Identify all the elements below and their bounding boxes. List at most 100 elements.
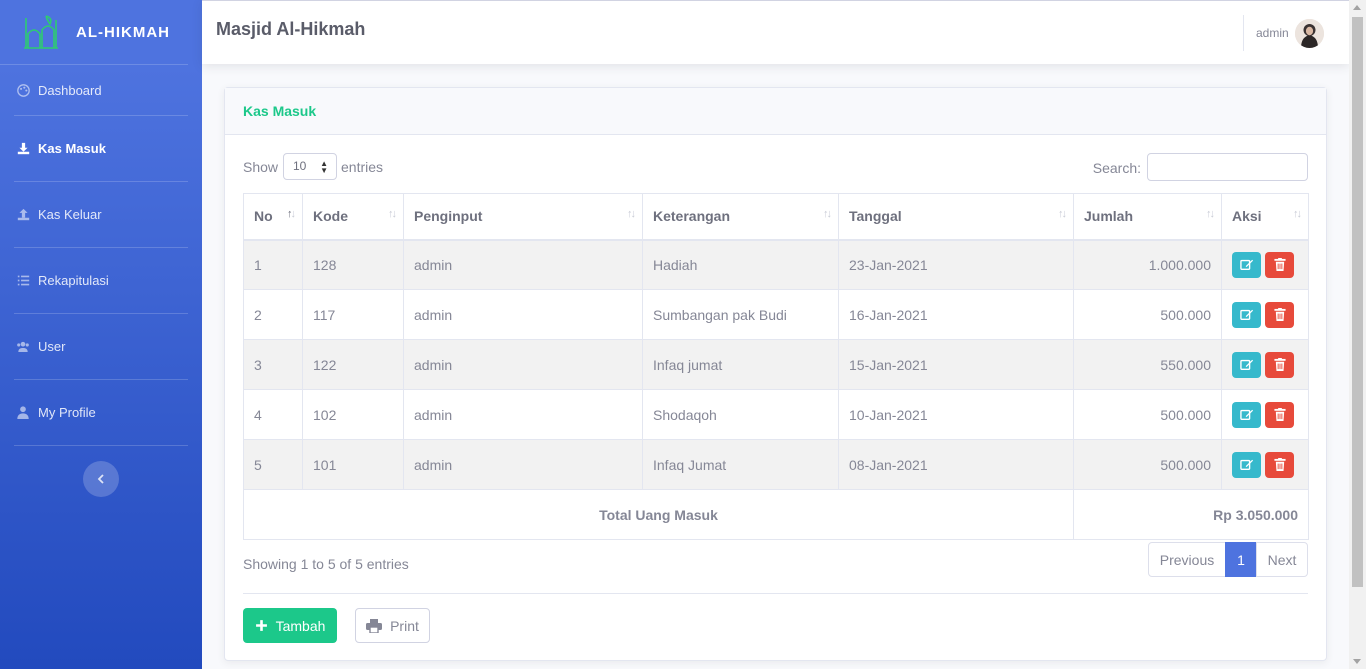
cell-aksi: [1221, 439, 1309, 490]
kas-masuk-card: Kas Masuk Show 10 ▲ ▼ entries Search: No ↑…: [224, 87, 1327, 661]
entries-label: entries: [341, 159, 384, 175]
pagination-page-1[interactable]: 1: [1225, 542, 1257, 577]
sidebar-item-kas-masuk[interactable]: Kas Masuk: [14, 116, 188, 182]
trash-icon: [1273, 408, 1286, 421]
scroll-thumb[interactable]: [1352, 17, 1363, 587]
avatar[interactable]: [1295, 19, 1324, 48]
print-button[interactable]: Print: [355, 608, 430, 643]
print-button-label: Print: [390, 617, 419, 634]
delete-button[interactable]: [1265, 451, 1294, 478]
delete-button[interactable]: [1265, 301, 1294, 328]
delete-button[interactable]: [1265, 401, 1294, 428]
delete-button[interactable]: [1265, 251, 1294, 278]
sidebar-item-label: My Profile: [38, 405, 96, 420]
page-scrollbar[interactable]: [1349, 0, 1366, 669]
sidebar-item-label: User: [38, 339, 66, 354]
kas-masuk-table: No ↑↓ Kode ↑↓ Penginput ↑↓ Keterangan ↑↓ Tan…: [243, 193, 1309, 540]
edit-button[interactable]: [1232, 351, 1261, 378]
table-row: 1 128 admin Hadiah 23-Jan-2021 1.000.000: [243, 239, 1309, 290]
edit-icon: [1239, 259, 1253, 271]
chevron-left-icon: [97, 474, 104, 484]
sort-icon: ↑↓: [388, 208, 397, 220]
add-button[interactable]: Tambah: [243, 608, 337, 643]
cell-no: 5: [243, 439, 303, 490]
scroll-up-icon[interactable]: [1353, 5, 1361, 10]
cell-jumlah: 500.000: [1073, 289, 1222, 340]
sidebar: AL-HIKMAH Dashboard Kas Masuk Kas Keluar…: [0, 0, 202, 669]
sidebar-item-user[interactable]: User: [14, 314, 188, 380]
edit-button[interactable]: [1232, 401, 1261, 428]
cell-tanggal: 08-Jan-2021: [838, 439, 1074, 490]
mosque-logo-icon: [24, 15, 58, 49]
sidebar-item-my-profile[interactable]: My Profile: [14, 380, 188, 446]
topbar: Masjid Al-Hikmah admin: [202, 0, 1349, 64]
sidebar-toggle-button[interactable]: [83, 461, 119, 497]
cell-jumlah: 550.000: [1073, 339, 1222, 390]
cell-aksi: [1221, 289, 1309, 340]
pagination: Previous 1 Next: [1148, 542, 1308, 577]
add-button-label: Tambah: [275, 617, 326, 634]
sort-icon: ↑↓: [1293, 208, 1302, 220]
pagination-previous[interactable]: Previous: [1148, 542, 1226, 577]
card-title: Kas Masuk: [225, 88, 1326, 135]
sidebar-brand[interactable]: AL-HIKMAH: [0, 0, 188, 65]
page-length-select[interactable]: 10 ▲ ▼: [283, 153, 337, 180]
total-label: Total Uang Masuk: [243, 489, 1074, 540]
column-header-kode[interactable]: Kode ↑↓: [302, 193, 404, 241]
cell-kode: 122: [302, 339, 404, 390]
cell-tanggal: 15-Jan-2021: [838, 339, 1074, 390]
search-input[interactable]: [1147, 153, 1308, 181]
table-row: 2 117 admin Sumbangan pak Budi 16-Jan-20…: [243, 289, 1309, 340]
scroll-down-icon[interactable]: [1353, 659, 1361, 664]
column-header-penginput[interactable]: Penginput ↑↓: [403, 193, 643, 241]
cell-no: 3: [243, 339, 303, 390]
table-header-row: No ↑↓ Kode ↑↓ Penginput ↑↓ Keterangan ↑↓ Tan…: [243, 193, 1309, 241]
search-label: Search:: [1092, 160, 1141, 176]
table-info: Showing 1 to 5 of 5 entries: [243, 556, 409, 572]
sidebar-item-dashboard[interactable]: Dashboard: [14, 65, 188, 116]
sidebar-item-kas-keluar[interactable]: Kas Keluar: [14, 182, 188, 248]
column-header-keterangan[interactable]: Keterangan ↑↓: [642, 193, 839, 241]
download-icon: [16, 142, 30, 156]
total-row: Total Uang Masuk Rp 3.050.000: [243, 489, 1309, 540]
column-header-no[interactable]: No ↑↓: [243, 193, 303, 241]
cell-aksi: [1221, 239, 1309, 290]
cell-penginput: admin: [403, 439, 643, 490]
trash-icon: [1273, 258, 1286, 272]
show-label: Show: [243, 159, 279, 175]
edit-button[interactable]: [1232, 301, 1261, 328]
cell-kode: 101: [302, 439, 404, 490]
cell-tanggal: 16-Jan-2021: [838, 289, 1074, 340]
column-header-jumlah[interactable]: Jumlah ↑↓: [1073, 193, 1222, 241]
brand-name: AL-HIKMAH: [76, 23, 170, 41]
table-row: 5 101 admin Infaq Jumat 08-Jan-2021 500.…: [243, 439, 1309, 490]
sidebar-item-label: Dashboard: [38, 82, 102, 98]
printer-icon: [366, 618, 383, 633]
cell-jumlah: 500.000: [1073, 389, 1222, 440]
column-header-tanggal[interactable]: Tanggal ↑↓: [838, 193, 1074, 241]
edit-icon: [1239, 459, 1253, 470]
sort-icon: ↑↓: [823, 208, 832, 220]
divider: [243, 593, 1308, 594]
sidebar-item-rekapitulasi[interactable]: Rekapitulasi: [14, 248, 188, 314]
cell-aksi: [1221, 339, 1309, 390]
cell-penginput: admin: [403, 339, 643, 390]
edit-button[interactable]: [1232, 451, 1261, 478]
select-caret-icon: ▲ ▼: [320, 159, 328, 175]
column-header-aksi[interactable]: Aksi ↑↓: [1221, 193, 1309, 241]
user-name[interactable]: admin: [1256, 26, 1289, 40]
total-value: Rp 3.050.000: [1073, 489, 1309, 540]
cell-tanggal: 23-Jan-2021: [838, 239, 1074, 290]
page-title: Masjid Al-Hikmah: [216, 19, 366, 39]
palette-icon: [16, 83, 30, 97]
pagination-next[interactable]: Next: [1256, 542, 1308, 577]
trash-icon: [1273, 308, 1286, 321]
trash-icon: [1273, 358, 1286, 371]
cell-aksi: [1221, 389, 1309, 440]
delete-button[interactable]: [1265, 351, 1294, 378]
cell-no: 1: [243, 239, 303, 290]
sidebar-item-label: Rekapitulasi: [38, 273, 109, 288]
sidebar-item-label: Kas Keluar: [38, 207, 102, 222]
cell-no: 2: [243, 289, 303, 340]
edit-button[interactable]: [1232, 251, 1261, 278]
